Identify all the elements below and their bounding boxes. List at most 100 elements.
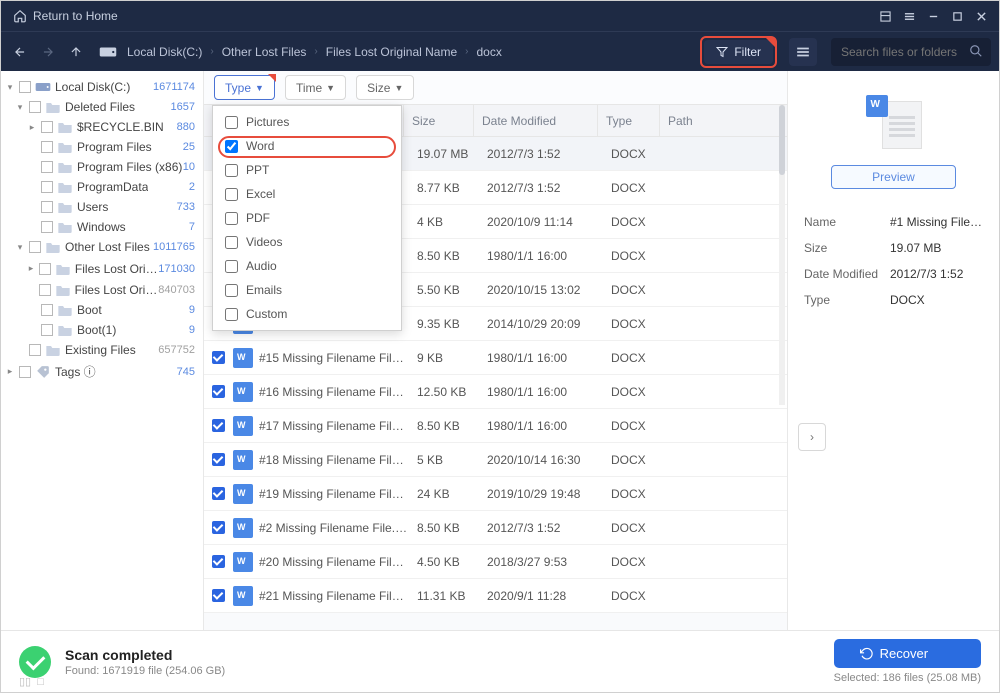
footer-controls[interactable]: ▯▯ □ [19,675,44,688]
row-checkbox[interactable] [212,487,225,500]
return-home-label: Return to Home [33,9,118,23]
row-checkbox[interactable] [212,419,225,432]
up-button[interactable] [65,45,87,59]
tree-item[interactable]: ▾Local Disk(C:)1671174 [1,77,203,97]
preview-button[interactable]: Preview [831,165,956,189]
selected-info: Selected: 186 files (25.08 MB) [834,672,981,684]
tree-item[interactable]: Program Files (x86)10 [1,157,203,177]
preview-property: Date Modified2012/7/3 1:52 [804,261,983,287]
tree-item[interactable]: Existing Files657752 [1,340,203,360]
tree-item[interactable]: Windows7 [1,217,203,237]
file-word-icon [233,484,253,504]
file-word-icon [233,552,253,572]
file-word-icon [233,348,253,368]
recover-label: Recover [880,646,928,661]
close-button[interactable] [969,4,993,28]
filter-button[interactable]: Filter [704,40,773,64]
minimize-button[interactable] [921,4,945,28]
table-scrollbar[interactable] [779,105,785,405]
filter-icon [716,46,728,58]
file-word-icon [233,416,253,436]
check-icon [19,646,51,678]
filter-highlight: Filter [700,36,777,68]
type-option[interactable]: Audio [213,254,401,278]
table-row[interactable]: #19 Missing Filename File.docx24 KB2019/… [204,477,787,511]
tree-item[interactable]: Boot9 [1,300,203,320]
type-option[interactable]: Emails [213,278,401,302]
size-filter-button[interactable]: Size▼ [356,75,414,100]
layout-icon[interactable] [873,4,897,28]
table-row[interactable]: #2 Missing Filename File.docx8.50 KB2012… [204,511,787,545]
table-row[interactable]: #15 Missing Filename File.docx9 KB1980/1… [204,341,787,375]
col-date[interactable]: Date Modified [474,105,598,136]
type-option[interactable]: PPT [213,158,401,182]
scan-summary: Found: 1671919 file (254.06 GB) [65,665,225,677]
footer: Scan completed Found: 1671919 file (254.… [1,630,999,692]
time-filter-button[interactable]: Time▼ [285,75,346,100]
type-option[interactable]: Word [213,134,401,158]
preview-thumb [866,95,922,151]
next-button[interactable]: › [798,423,826,451]
table-row[interactable]: #21 Missing Filename File.docx11.31 KB20… [204,579,787,613]
table-row[interactable]: #20 Missing Filename File.docx4.50 KB201… [204,545,787,579]
tree-item[interactable]: ▾Deleted Files1657 [1,97,203,117]
preview-property: TypeDOCX [804,287,983,313]
home-icon [13,9,27,23]
tree-item[interactable]: Program Files25 [1,137,203,157]
row-checkbox[interactable] [212,351,225,364]
row-checkbox[interactable] [212,555,225,568]
type-option[interactable]: Videos [213,230,401,254]
breadcrumb-item[interactable]: Local Disk(C:) [127,45,202,59]
return-home-button[interactable]: Return to Home [13,9,118,23]
row-checkbox[interactable] [212,453,225,466]
file-word-icon [233,586,253,606]
type-option[interactable]: Excel [213,182,401,206]
breadcrumb-item[interactable]: docx [476,45,501,59]
search-input[interactable] [831,38,991,66]
file-list-panel: Type ▼ Time▼ Size▼ Pictures Word PPT Exc… [204,71,787,630]
sidebar-tree: ▾Local Disk(C:)1671174▾Deleted Files1657… [1,71,204,630]
type-label: Type [225,81,251,95]
tree-item[interactable]: ▸$RECYCLE.BIN880 [1,117,203,137]
toolbar: Type ▼ Time▼ Size▼ [204,71,787,105]
file-word-icon [233,518,253,538]
disk-icon [99,45,117,59]
col-size[interactable]: Size [404,105,474,136]
table-row[interactable]: #18 Missing Filename File.docx5 KB2020/1… [204,443,787,477]
tree-item[interactable]: ▾Other Lost Files1011765 [1,237,203,257]
col-type[interactable]: Type [598,105,660,136]
type-option[interactable]: Pictures [213,110,401,134]
breadcrumb-item[interactable]: Files Lost Original Name [326,45,457,59]
forward-button[interactable] [37,45,59,59]
row-checkbox[interactable] [212,521,225,534]
tree-item[interactable]: ▸Tags ⓘ745 [1,360,203,383]
tree-item[interactable]: ▸Files Lost Origi... ⓘ171030 [1,257,203,280]
tree-item[interactable]: Files Lost Original ...840703 [1,280,203,300]
row-checkbox[interactable] [212,589,225,602]
recover-button[interactable]: Recover [834,639,981,668]
row-checkbox[interactable] [212,385,225,398]
type-filter-button[interactable]: Type ▼ [214,75,275,100]
type-dropdown: Pictures Word PPT Excel PDF Videos Audio… [212,105,402,331]
navbar: Local Disk(C:)› Other Lost Files› Files … [1,31,999,71]
tree-item[interactable]: Users733 [1,197,203,217]
titlebar: Return to Home [1,1,999,31]
type-option[interactable]: PDF [213,206,401,230]
list-options-button[interactable] [789,38,817,66]
filter-label: Filter [734,45,761,59]
breadcrumb-item[interactable]: Other Lost Files [222,45,307,59]
tree-item[interactable]: ProgramData2 [1,177,203,197]
menu-lines-icon[interactable] [897,4,921,28]
tree-item[interactable]: Boot(1)9 [1,320,203,340]
preview-property: Name#1 Missing Filena... [804,209,983,235]
time-label: Time [296,81,322,95]
back-button[interactable] [9,45,31,59]
table-row[interactable]: #17 Missing Filename File.docx8.50 KB198… [204,409,787,443]
table-row[interactable]: #16 Missing Filename File.docx12.50 KB19… [204,375,787,409]
preview-property: Size19.07 MB [804,235,983,261]
maximize-button[interactable] [945,4,969,28]
search-icon[interactable] [969,44,983,58]
col-path[interactable]: Path [660,105,787,136]
type-option[interactable]: Custom [213,302,401,326]
file-word-icon [233,450,253,470]
